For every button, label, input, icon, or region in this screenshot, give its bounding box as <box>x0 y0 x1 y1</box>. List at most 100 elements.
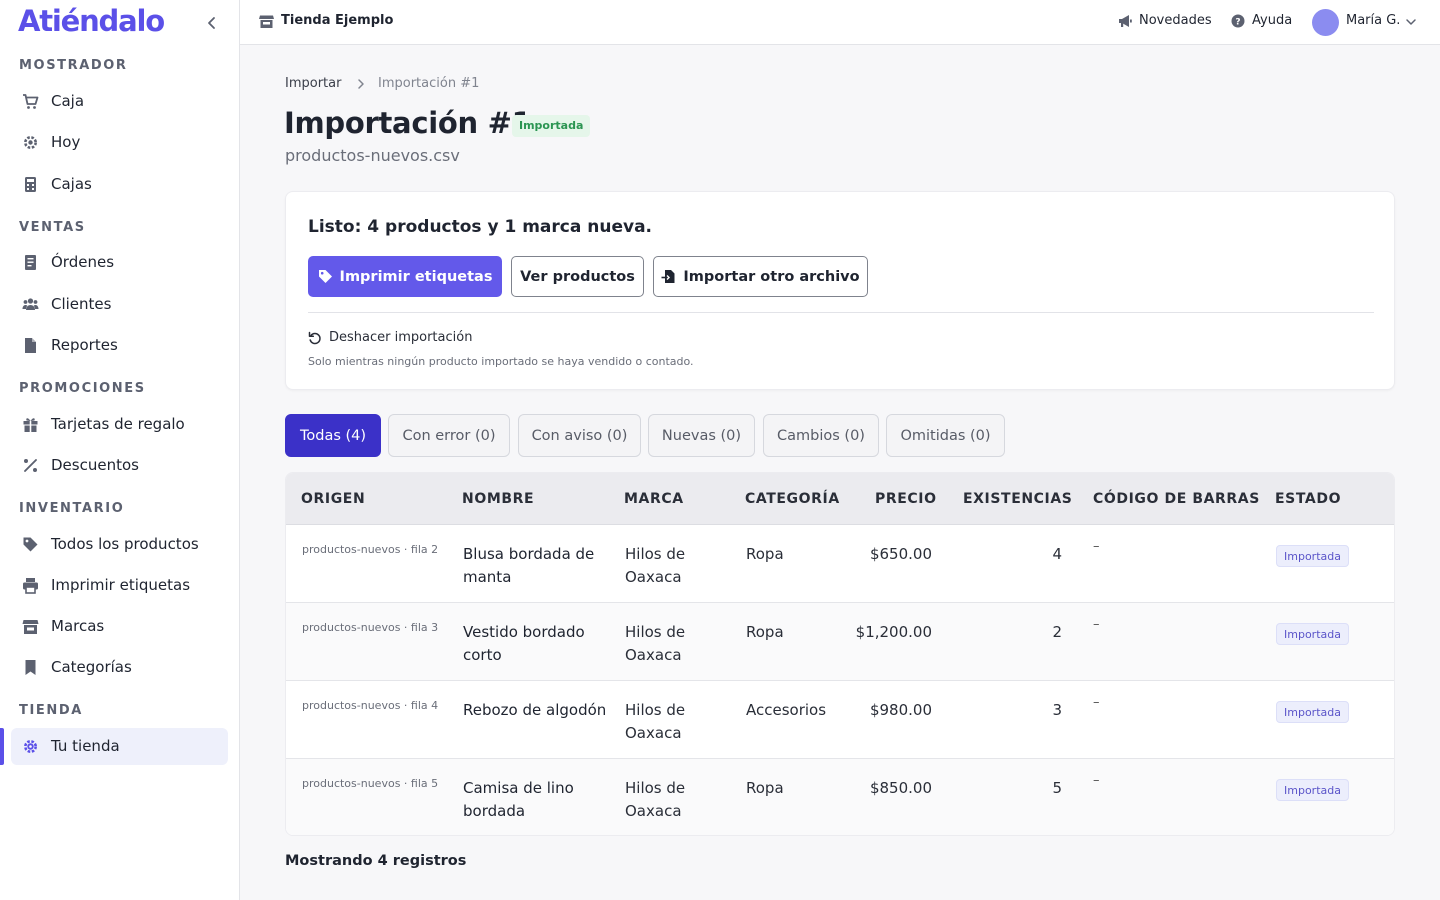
import-other-file-button[interactable]: Importar otro archivo <box>653 256 868 297</box>
tab-cambios[interactable]: Cambios (0) <box>763 414 879 457</box>
column-header-estado[interactable]: ESTADO <box>1275 491 1341 507</box>
section-label-promociones: PROMOCIONES <box>19 381 146 396</box>
column-header-origen[interactable]: ORIGEN <box>301 491 365 507</box>
cell-stock: 2 <box>1052 623 1062 641</box>
table-row[interactable]: productos-nuevos · fila 2 Blusa bordada … <box>286 525 1394 603</box>
sidebar-item-descuentos[interactable]: Descuentos <box>11 447 228 484</box>
table-row[interactable]: productos-nuevos · fila 5 Camisa de lino… <box>286 759 1394 835</box>
store-name[interactable]: Tienda Ejemplo <box>281 13 393 28</box>
tab-con-aviso[interactable]: Con aviso (0) <box>518 414 641 457</box>
cell-brand: Hilos de Oaxaca <box>625 779 686 820</box>
column-header-nombre[interactable]: NOMBRE <box>462 491 534 507</box>
cell-price: $850.00 <box>869 779 932 797</box>
print-labels-label: Imprimir etiquetas <box>339 268 493 285</box>
table-row[interactable]: productos-nuevos · fila 3 Vestido bordad… <box>286 603 1394 681</box>
import-results-table: ORIGEN NOMBRE MARCA CATEGORÍA PRECIO EXI… <box>285 472 1395 836</box>
cell-stock: 5 <box>1052 779 1062 797</box>
brand-logo[interactable]: Atiéndalo <box>18 4 165 38</box>
column-header-categoria[interactable]: CATEGORÍA <box>745 491 840 507</box>
cell-barcode: – <box>1093 617 1100 632</box>
sidebar-item-tu-tienda[interactable]: Tu tienda <box>11 728 228 765</box>
sidebar-item-categorias[interactable]: Categorías <box>11 649 228 686</box>
cell-brand: Hilos de Oaxaca <box>625 623 686 664</box>
tag-icon <box>23 537 38 552</box>
gift-icon <box>23 418 38 432</box>
undo-label: Deshacer importación <box>329 330 473 345</box>
sidebar-item-label: Tarjetas de regalo <box>51 415 185 433</box>
sidebar-item-label: Clientes <box>51 295 112 313</box>
status-badge: Importada <box>1276 779 1349 801</box>
section-label-tienda: TIENDA <box>19 703 83 718</box>
status-badge: Importada <box>512 115 591 137</box>
help-link[interactable]: ? Ayuda <box>1231 13 1292 28</box>
sidebar-item-label: Órdenes <box>51 253 115 271</box>
sidebar-item-hoy[interactable]: Hoy <box>11 124 228 161</box>
cell-name: Blusa bordada de manta <box>463 545 595 586</box>
sidebar-item-label: Imprimir etiquetas <box>51 576 191 594</box>
column-header-marca[interactable]: MARCA <box>624 491 684 507</box>
section-label-ventas: VENTAS <box>19 220 86 235</box>
sidebar-item-label: Cajas <box>51 175 92 193</box>
store-icon <box>22 620 39 634</box>
status-badge: Importada <box>1276 545 1349 567</box>
sidebar-item-label: Categorías <box>51 658 132 676</box>
sidebar-item-clientes[interactable]: Clientes <box>11 286 228 323</box>
cell-origin: productos-nuevos · fila 3 <box>302 621 439 634</box>
bookmark-icon <box>25 660 36 675</box>
column-header-existencias[interactable]: EXISTENCIAS <box>963 491 1072 507</box>
column-header-codigo-de-barras[interactable]: CÓDIGO DE BARRAS <box>1093 491 1260 507</box>
summary-message: Listo: 4 productos y 1 marca nueva. <box>308 217 653 237</box>
sidebar-item-ordenes[interactable]: Órdenes <box>11 244 228 281</box>
sidebar-item-label: Caja <box>51 92 85 110</box>
help-icon: ? <box>1231 14 1245 27</box>
sidebar-item-label: Marcas <box>51 617 105 635</box>
sidebar-item-tarjetas-de-regalo[interactable]: Tarjetas de regalo <box>11 406 228 443</box>
avatar[interactable] <box>1312 9 1339 36</box>
column-header-precio[interactable]: PRECIO <box>875 491 937 507</box>
cell-category: Ropa <box>746 545 784 563</box>
view-products-label: Ver productos <box>520 268 635 285</box>
sidebar-item-caja[interactable]: Caja <box>11 83 228 120</box>
tab-nuevas[interactable]: Nuevas (0) <box>648 414 755 457</box>
chevron-down-icon[interactable] <box>1405 16 1417 28</box>
sidebar-item-imprimir-etiquetas[interactable]: Imprimir etiquetas <box>11 567 228 604</box>
cell-brand: Hilos de Oaxaca <box>625 701 686 742</box>
cell-brand: Hilos de Oaxaca <box>625 545 686 586</box>
cell-barcode: – <box>1093 539 1100 554</box>
undo-import-button[interactable]: Deshacer importación <box>308 330 472 345</box>
import-other-label: Importar otro archivo <box>683 268 860 285</box>
sidebar-item-reportes[interactable]: Reportes <box>11 327 228 364</box>
print-labels-button[interactable]: Imprimir etiquetas <box>308 256 502 297</box>
cell-barcode: – <box>1093 695 1100 710</box>
view-products-button[interactable]: Ver productos <box>511 256 644 297</box>
tab-omitidas[interactable]: Omitidas (0) <box>886 414 1005 457</box>
file-name: productos-nuevos.csv <box>285 146 460 165</box>
cell-price: $650.00 <box>869 545 932 563</box>
megaphone-icon <box>1119 14 1132 27</box>
tag-icon <box>318 270 332 283</box>
printer-icon <box>23 578 38 594</box>
breadcrumb-importar[interactable]: Importar <box>285 76 341 91</box>
percent-icon <box>24 459 37 472</box>
table-row[interactable]: productos-nuevos · fila 4 Rebozo de algo… <box>286 681 1394 759</box>
news-label: Novedades <box>1139 13 1212 28</box>
user-name[interactable]: María G. <box>1346 13 1400 28</box>
cell-price: $1,200.00 <box>855 623 932 641</box>
sidebar-item-todos-los-productos[interactable]: Todos los productos <box>11 526 228 563</box>
news-link[interactable]: Novedades <box>1118 13 1212 28</box>
tab-con-error[interactable]: Con error (0) <box>388 414 510 457</box>
cell-category: Accesorios <box>746 701 827 719</box>
tab-todas[interactable]: Todas (4) <box>285 414 381 457</box>
chevron-left-icon[interactable] <box>203 14 221 32</box>
receipt-icon <box>25 255 36 270</box>
sidebar-item-label: Descuentos <box>51 456 139 474</box>
sidebar: Atiéndalo MOSTRADOR Caja Hoy Cajas VENTA… <box>0 0 240 900</box>
gear-icon <box>24 136 37 149</box>
sidebar-item-label: Todos los productos <box>51 535 199 553</box>
page-title: Importación #1 <box>284 106 532 140</box>
sidebar-item-cajas[interactable]: Cajas <box>11 166 228 203</box>
cell-name: Rebozo de algodón <box>463 701 607 719</box>
sidebar-item-marcas[interactable]: Marcas <box>11 608 228 645</box>
record-count: Mostrando 4 registros <box>285 853 467 869</box>
cell-origin: productos-nuevos · fila 4 <box>302 699 439 712</box>
